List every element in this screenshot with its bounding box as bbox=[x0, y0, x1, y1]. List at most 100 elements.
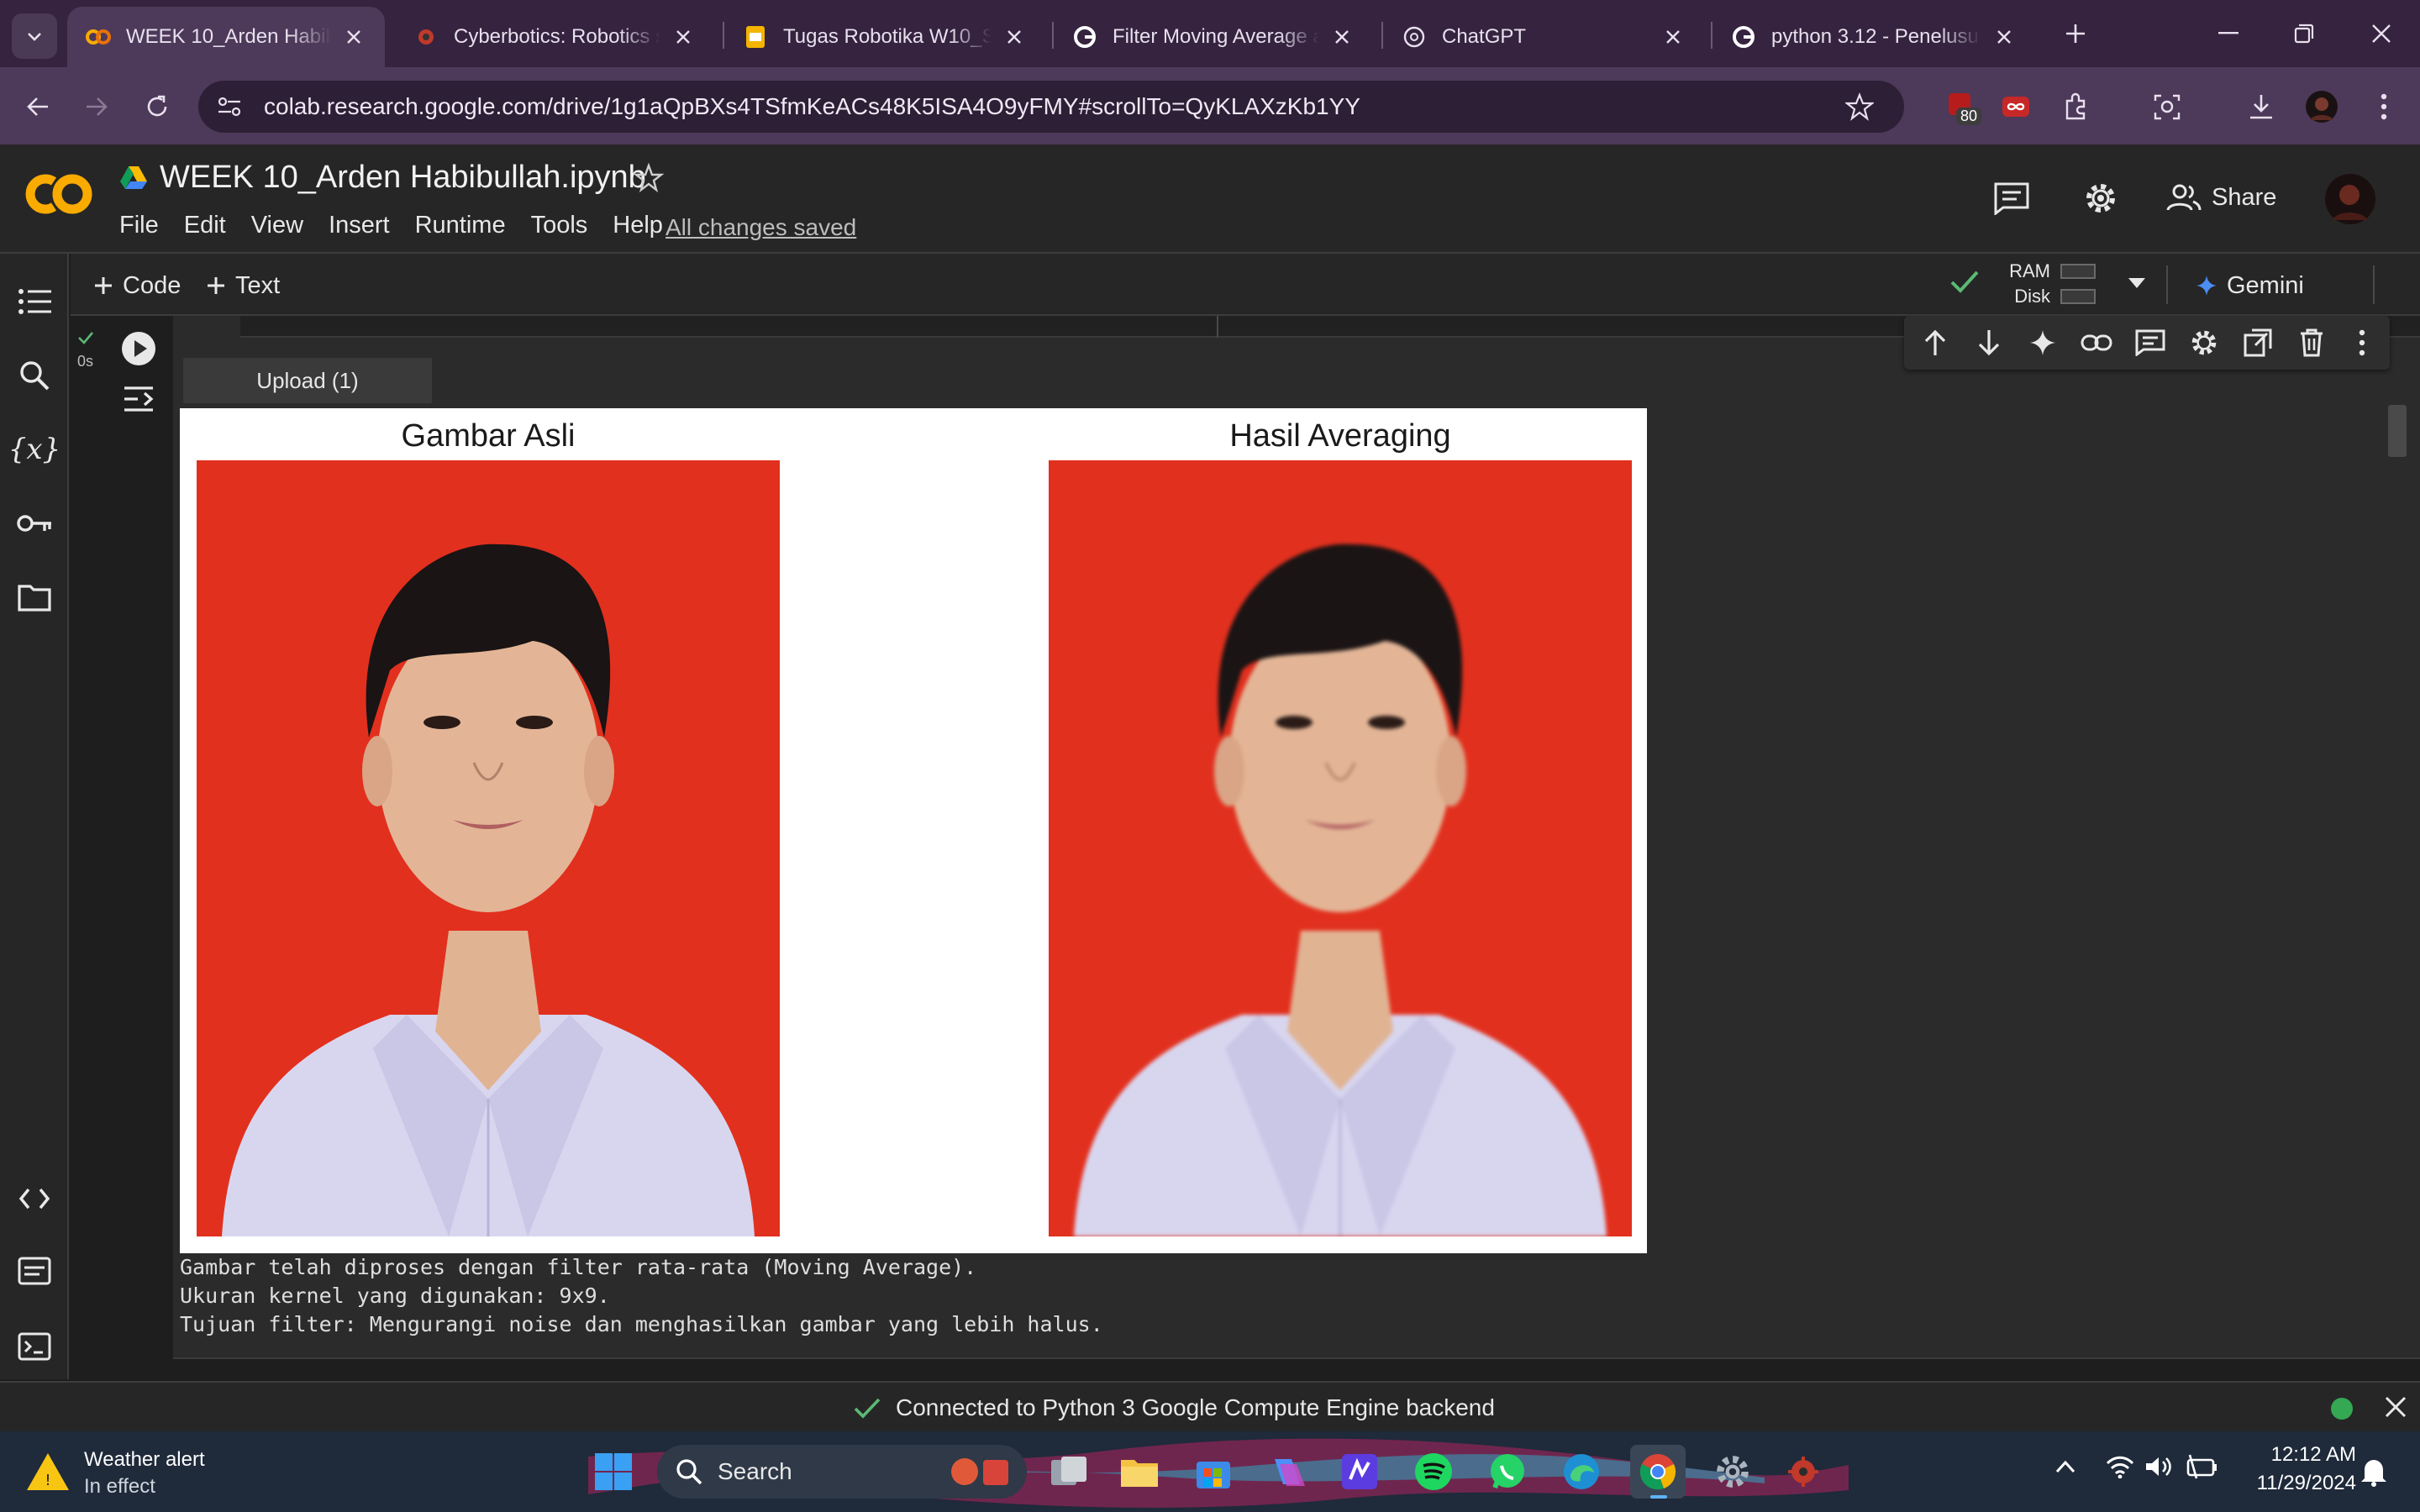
share-button[interactable]: Share bbox=[2166, 183, 2276, 212]
copilot-button[interactable] bbox=[1264, 1448, 1311, 1495]
menu-file[interactable]: File bbox=[119, 212, 159, 239]
browser-menu-button[interactable] bbox=[2363, 86, 2405, 128]
close-status-button[interactable] bbox=[2385, 1396, 2407, 1418]
restore-button[interactable] bbox=[2279, 12, 2329, 55]
whatsapp-button[interactable] bbox=[1484, 1448, 1531, 1495]
spotify-button[interactable] bbox=[1410, 1448, 1457, 1495]
secrets-button[interactable] bbox=[13, 502, 55, 544]
close-icon[interactable] bbox=[1991, 24, 2017, 50]
copy-link-button[interactable] bbox=[2077, 323, 2116, 362]
task-view-button[interactable] bbox=[1045, 1448, 1092, 1495]
gemini-cell-button[interactable] bbox=[2023, 323, 2062, 362]
colab-logo[interactable] bbox=[24, 170, 94, 218]
output-line: Ukuran kernel yang digunakan: 9x9. bbox=[180, 1284, 610, 1308]
tab-google-filter[interactable]: Filter Moving Average a bbox=[1054, 7, 1373, 67]
tab-colab[interactable]: WEEK 10_Arden Habibullah.ipynb bbox=[67, 7, 385, 67]
account-avatar[interactable] bbox=[2324, 173, 2376, 225]
menu-help[interactable]: Help bbox=[613, 212, 663, 239]
extension-button-2[interactable] bbox=[1995, 86, 2037, 128]
close-icon[interactable] bbox=[341, 24, 366, 50]
settings-app-button[interactable] bbox=[1709, 1448, 1756, 1495]
output-actions-button[interactable] bbox=[121, 381, 156, 417]
site-info-icon[interactable] bbox=[215, 92, 244, 121]
menu-insert[interactable]: Insert bbox=[329, 212, 390, 239]
wifi-icon[interactable] bbox=[2106, 1455, 2134, 1478]
people-icon bbox=[2166, 184, 2202, 211]
edge-button[interactable] bbox=[1558, 1448, 1605, 1495]
colab-header: WEEK 10_Arden Habibullah.ipynb File Edit… bbox=[0, 144, 2420, 254]
add-text-button[interactable]: Text bbox=[207, 267, 280, 304]
start-button[interactable] bbox=[590, 1448, 637, 1495]
back-button[interactable] bbox=[17, 86, 59, 128]
screenshot-button[interactable] bbox=[2146, 86, 2188, 128]
settings-button[interactable] bbox=[2082, 180, 2119, 217]
star-icon[interactable] bbox=[634, 163, 664, 193]
trash-icon bbox=[2301, 328, 2323, 357]
search-button[interactable] bbox=[13, 354, 55, 396]
webots-button[interactable] bbox=[1780, 1448, 1827, 1495]
reload-button[interactable] bbox=[136, 86, 178, 128]
close-icon[interactable] bbox=[1002, 24, 1027, 50]
search-highlight-icon bbox=[951, 1458, 1008, 1485]
notifications-button[interactable] bbox=[2360, 1457, 2388, 1487]
extensions-button[interactable] bbox=[2055, 86, 2097, 128]
extension-button-1[interactable]: 80 bbox=[1941, 86, 1983, 128]
scrollbar-thumb[interactable] bbox=[2388, 405, 2407, 457]
clock[interactable]: 12:12 AM 11/29/2024 bbox=[2238, 1443, 2356, 1495]
upload-widget-button[interactable]: Upload (1) bbox=[183, 358, 432, 403]
tab-search-button[interactable] bbox=[12, 13, 57, 59]
tab-google-python[interactable]: python 3.12 - Penelusuran bbox=[1712, 7, 2035, 67]
gemini-button[interactable]: Gemini bbox=[2196, 267, 2304, 304]
menu-tools[interactable]: Tools bbox=[531, 212, 588, 239]
comments-button[interactable] bbox=[1993, 181, 2030, 215]
chrome-button[interactable] bbox=[1630, 1445, 1686, 1499]
files-button[interactable] bbox=[13, 576, 55, 618]
new-tab-button[interactable] bbox=[2050, 12, 2101, 55]
ms-store-button[interactable] bbox=[1190, 1448, 1237, 1495]
notebook-title[interactable]: WEEK 10_Arden Habibullah.ipynb bbox=[160, 160, 646, 196]
show-hidden-icons-button[interactable] bbox=[2055, 1460, 2075, 1473]
move-cell-up-button[interactable] bbox=[1916, 323, 1954, 362]
command-palette-button[interactable] bbox=[13, 1250, 55, 1292]
battery-icon[interactable] bbox=[2185, 1453, 2218, 1480]
close-window-button[interactable] bbox=[2356, 12, 2407, 55]
tab-cyberbotics[interactable]: Cyberbotics: Robotics simulation bbox=[395, 7, 714, 67]
close-icon[interactable] bbox=[1660, 24, 1686, 50]
cell-more-button[interactable] bbox=[2343, 323, 2381, 362]
delete-cell-button[interactable] bbox=[2292, 323, 2331, 362]
file-explorer-button[interactable] bbox=[1116, 1448, 1163, 1495]
download-button[interactable] bbox=[2240, 86, 2282, 128]
address-bar[interactable]: colab.research.google.com/drive/1g1aQpBX… bbox=[198, 81, 1904, 133]
menu-runtime[interactable]: Runtime bbox=[415, 212, 506, 239]
taskbar-search[interactable]: Search bbox=[657, 1445, 1027, 1499]
move-cell-down-button[interactable] bbox=[1970, 323, 2008, 362]
forward-button[interactable] bbox=[76, 86, 118, 128]
tab-chatgpt[interactable]: ChatGPT bbox=[1383, 7, 1704, 67]
code-snippets-button[interactable] bbox=[13, 1178, 55, 1220]
menu-edit[interactable]: Edit bbox=[184, 212, 226, 239]
mirror-tab-icon bbox=[2244, 328, 2272, 357]
connection-status[interactable]: Connected to Python 3 Google Compute Eng… bbox=[854, 1394, 1495, 1421]
comment-icon bbox=[2135, 329, 2165, 356]
variables-button[interactable]: {x} bbox=[8, 428, 60, 470]
add-code-button[interactable]: Code bbox=[94, 267, 181, 304]
volume-icon[interactable] bbox=[2144, 1455, 2173, 1478]
resource-monitor[interactable]: RAM Disk bbox=[2007, 259, 2096, 309]
profile-avatar[interactable] bbox=[2301, 86, 2343, 128]
tab-slides[interactable]: Tugas Robotika W10_Se bbox=[724, 7, 1045, 67]
visual-studio-button[interactable] bbox=[1336, 1448, 1383, 1495]
close-icon[interactable] bbox=[671, 24, 696, 50]
terminal-button[interactable] bbox=[13, 1326, 55, 1368]
mirror-cell-button[interactable] bbox=[2238, 323, 2277, 362]
add-comment-button[interactable] bbox=[2131, 323, 2170, 362]
minimize-button[interactable] bbox=[2203, 12, 2254, 55]
table-of-contents-button[interactable] bbox=[13, 281, 55, 323]
chevron-down-icon bbox=[28, 33, 41, 41]
close-icon[interactable] bbox=[1329, 24, 1355, 50]
save-status[interactable]: All changes saved bbox=[666, 214, 856, 241]
runtime-dropdown[interactable] bbox=[2128, 277, 2146, 289]
menu-view[interactable]: View bbox=[251, 212, 303, 239]
cell-settings-button[interactable] bbox=[2185, 323, 2223, 362]
run-cell-button[interactable] bbox=[121, 331, 156, 366]
bookmark-star-icon[interactable] bbox=[1845, 92, 1874, 121]
